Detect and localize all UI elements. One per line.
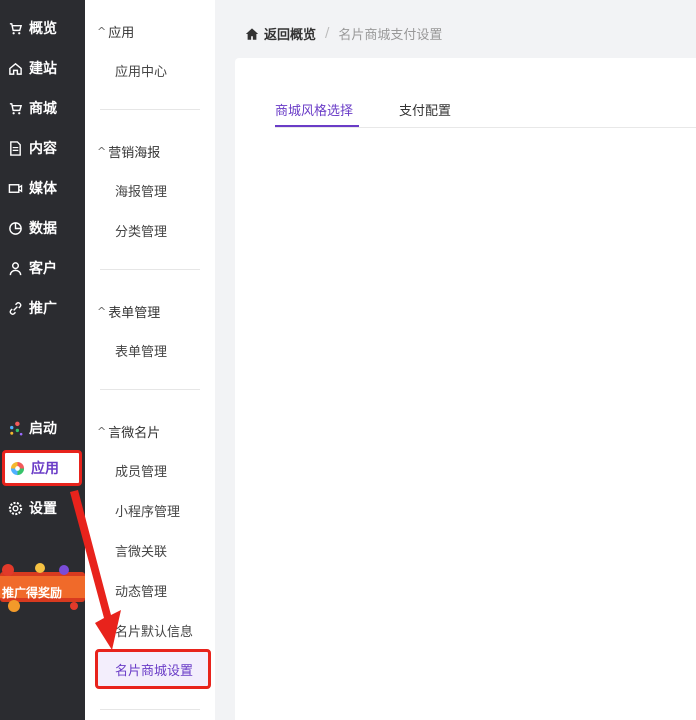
group-title: 表单管理 xyxy=(108,306,161,321)
chevron-up-icon: ^ xyxy=(97,25,107,38)
active-tab-indicator xyxy=(275,125,359,127)
submenu-item-category-manage[interactable]: 分类管理 xyxy=(115,221,167,240)
nav-label: 客户 xyxy=(29,261,57,277)
submenu-group-poster[interactable]: ^ 营销海报 xyxy=(97,142,160,161)
main-nav: 概览 建站 商城 内容 媒体 数据 客户 推广 启动 应用 设置 推广得奖励 xyxy=(0,0,85,720)
chevron-up-icon: ^ xyxy=(97,305,107,318)
gear-icon xyxy=(6,499,24,517)
video-icon xyxy=(6,179,24,197)
nav-item-mall[interactable]: 商城 xyxy=(0,88,85,128)
nav-label: 概览 xyxy=(29,21,57,37)
nav-item-launch[interactable]: 启动 xyxy=(0,408,85,448)
nav-label: 商城 xyxy=(29,101,57,117)
nav-label: 应用 xyxy=(31,461,59,477)
nav-label: 启动 xyxy=(29,421,57,437)
nav-item-content[interactable]: 内容 xyxy=(0,128,85,168)
home-icon xyxy=(245,27,259,40)
submenu-item-miniprogram[interactable]: 小程序管理 xyxy=(115,501,180,520)
promo-text: 推广得奖励 xyxy=(2,586,63,600)
nav-label: 推广 xyxy=(29,301,57,317)
nav-item-site[interactable]: 建站 xyxy=(0,48,85,88)
chevron-up-icon: ^ xyxy=(97,145,107,158)
nav-label: 数据 xyxy=(29,221,57,237)
breadcrumb: 返回概览 / 名片商城支付设置 xyxy=(245,24,442,43)
link-icon xyxy=(6,299,24,317)
submenu-group-form[interactable]: ^ 表单管理 xyxy=(97,302,160,321)
divider xyxy=(100,109,200,110)
home-icon xyxy=(6,59,24,77)
tab-mall-style[interactable]: 商城风格选择 xyxy=(275,100,353,119)
nav-item-settings[interactable]: 设置 xyxy=(0,488,85,528)
nav-label: 内容 xyxy=(29,141,57,157)
submenu-group-card[interactable]: ^ 言微名片 xyxy=(97,422,160,441)
nav-label: 建站 xyxy=(29,61,57,77)
tab-payment-config[interactable]: 支付配置 xyxy=(399,100,451,119)
group-title: 言微名片 xyxy=(108,426,161,441)
divider xyxy=(100,389,200,390)
nav-item-promote[interactable]: 推广 xyxy=(0,288,85,328)
tab-bar: 商城风格选择 支付配置 xyxy=(275,98,696,128)
nav-item-customer[interactable]: 客户 xyxy=(0,248,85,288)
app-icon xyxy=(8,459,26,477)
submenu-item-poster-manage[interactable]: 海报管理 xyxy=(115,181,167,200)
submenu-item-card-mall-settings[interactable]: 名片商城设置 xyxy=(95,649,211,689)
submenu-item-app-center[interactable]: 应用中心 xyxy=(115,61,167,80)
nav-item-apps[interactable]: 应用 xyxy=(2,450,82,486)
divider xyxy=(100,269,200,270)
submenu-item-link[interactable]: 言微关联 xyxy=(115,541,167,560)
pie-icon xyxy=(6,219,24,237)
divider xyxy=(100,709,200,710)
breadcrumb-separator: / xyxy=(325,26,330,41)
promo-banner[interactable]: 推广得奖励 xyxy=(0,558,85,616)
group-title: 营销海报 xyxy=(108,146,161,161)
breadcrumb-current: 名片商城支付设置 xyxy=(338,28,443,43)
chevron-up-icon: ^ xyxy=(97,425,107,438)
user-icon xyxy=(6,259,24,277)
nav-label: 媒体 xyxy=(29,181,57,197)
back-to-overview-link[interactable]: 返回概览 xyxy=(264,24,316,43)
cart-icon xyxy=(6,19,24,37)
submenu-item-moments[interactable]: 动态管理 xyxy=(115,581,167,600)
nav-item-overview[interactable]: 概览 xyxy=(0,8,85,48)
nav-item-data[interactable]: 数据 xyxy=(0,208,85,248)
cart-icon xyxy=(6,99,24,117)
nav-item-media[interactable]: 媒体 xyxy=(0,168,85,208)
dots-icon xyxy=(6,419,24,437)
submenu-item-card-default[interactable]: 名片默认信息 xyxy=(115,621,193,640)
submenu-item-members[interactable]: 成员管理 xyxy=(115,461,167,480)
sub-menu: ^ 应用 应用中心 ^ 营销海报 海报管理 分类管理 ^ 表单管理 表单管理 ^ 言微名… xyxy=(85,0,215,720)
document-icon xyxy=(6,139,24,157)
nav-label: 设置 xyxy=(29,501,57,517)
submenu-group-apps[interactable]: ^ 应用 xyxy=(97,22,134,41)
submenu-item-form-manage[interactable]: 表单管理 xyxy=(115,341,167,360)
content-card: 商城风格选择 支付配置 xyxy=(235,58,696,720)
group-title: 应用 xyxy=(108,26,135,41)
